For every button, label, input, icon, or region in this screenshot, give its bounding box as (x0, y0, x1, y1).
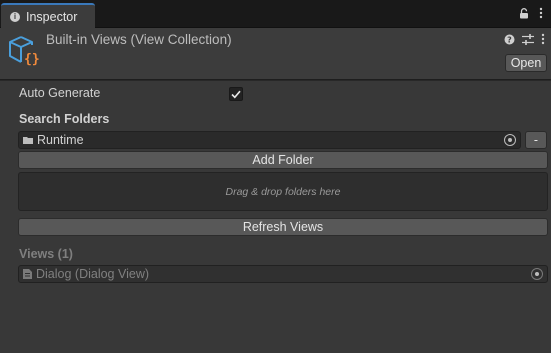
svg-text:?: ? (507, 35, 512, 44)
search-folder-value: Runtime (37, 133, 84, 147)
kebab-menu-icon[interactable] (541, 33, 545, 48)
remove-folder-button[interactable]: - (525, 131, 547, 149)
object-picker-icon[interactable] (504, 134, 516, 146)
view-item-field: Dialog (Dialog View) (18, 265, 548, 283)
view-item-value: Dialog (Dialog View) (36, 267, 150, 281)
asset-title: Built-in Views (View Collection) (46, 32, 232, 47)
folder-icon (23, 137, 33, 144)
auto-generate-label: Auto Generate (19, 86, 101, 100)
inspector-content: Auto Generate Search Folders Runtime - A… (0, 81, 551, 353)
script-file-icon (23, 269, 32, 279)
refresh-views-button[interactable]: Refresh Views (18, 218, 548, 236)
view-collection-asset-icon: {} (9, 36, 40, 66)
search-folder-field[interactable]: Runtime (18, 131, 521, 149)
kebab-menu-icon[interactable] (539, 7, 543, 22)
search-folders-label: Search Folders (19, 112, 110, 126)
lock-icon[interactable] (519, 7, 529, 22)
tab-label: Inspector (26, 9, 78, 24)
object-picker-icon (531, 268, 543, 280)
checkmark-icon (231, 90, 241, 98)
add-folder-button[interactable]: Add Folder (18, 151, 548, 169)
info-icon: i (10, 11, 20, 22)
presets-icon[interactable] (522, 33, 534, 48)
views-label: Views (1) (19, 247, 73, 261)
help-icon[interactable]: ? (504, 34, 515, 48)
tab-bar: i Inspector (0, 0, 551, 28)
auto-generate-checkbox[interactable] (229, 87, 243, 101)
tab-tools (519, 7, 543, 22)
tab-inspector[interactable]: i Inspector (1, 3, 95, 28)
svg-text:{}: {} (24, 52, 40, 66)
header-tools: ? (504, 33, 545, 48)
inspector-header: {} Built-in Views (View Collection) ? Op… (0, 28, 551, 80)
folder-drop-zone[interactable]: Drag & drop folders here (18, 172, 548, 211)
open-button[interactable]: Open (505, 54, 547, 72)
